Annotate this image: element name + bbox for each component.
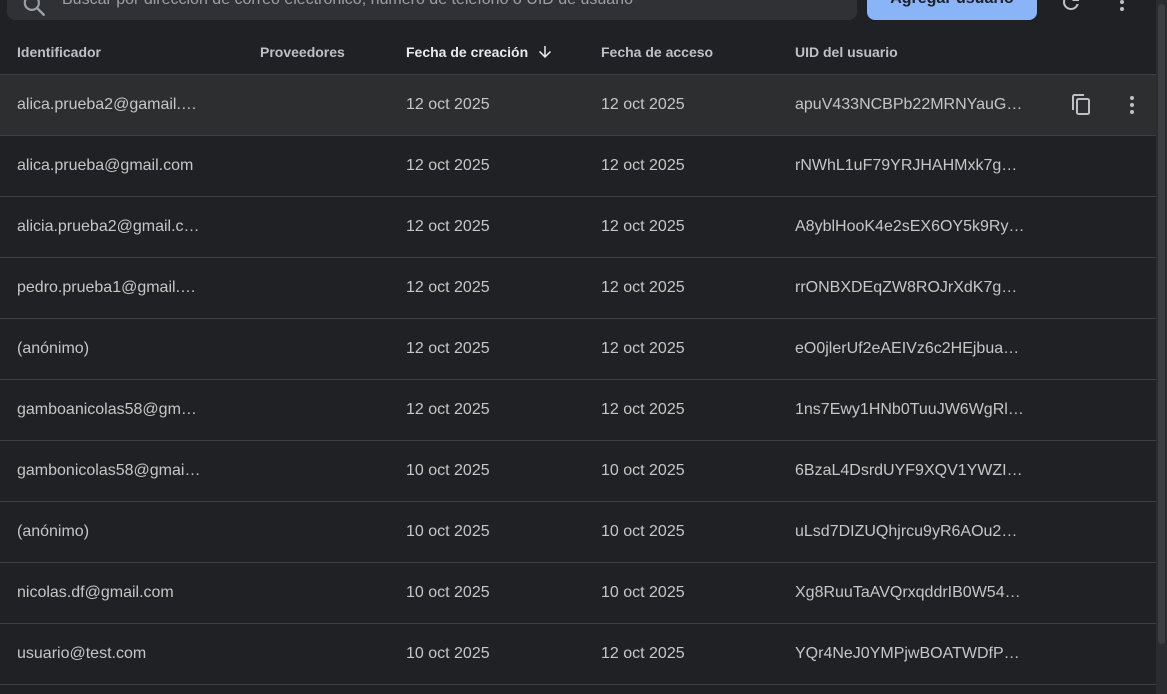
cell-uid: 1ns7Ewy1HNb0TuuJW6WgRlpQ2x93 bbox=[795, 401, 1027, 418]
cell-accessed: 10 oct 2025 bbox=[601, 523, 685, 540]
cell-created: 12 oct 2025 bbox=[406, 401, 490, 418]
column-header-created[interactable]: Fecha de creación bbox=[406, 30, 554, 74]
table-row[interactable]: alicia.prueba2@gmail.com 12 oct 2025 12 oc… bbox=[0, 197, 1156, 258]
cell-accessed: 12 oct 2025 bbox=[601, 340, 685, 357]
column-header-providers: Proveedores bbox=[260, 44, 345, 60]
search-input[interactable] bbox=[62, 0, 842, 12]
more-vert-icon[interactable] bbox=[1120, 93, 1144, 117]
cell-accessed: 12 oct 2025 bbox=[601, 401, 685, 418]
table-row[interactable]: pedro.prueba1@gmail.com 12 oct 2025 12 oct… bbox=[0, 258, 1156, 319]
cell-uid: rNWhL1uF79YRJHAHMxk7gWq1aB32 bbox=[795, 157, 1027, 174]
cell-accessed: 12 oct 2025 bbox=[601, 96, 685, 113]
cell-accessed: 10 oct 2025 bbox=[601, 584, 685, 601]
search-icon bbox=[23, 0, 45, 16]
scrollbar-thumb[interactable] bbox=[1158, 4, 1165, 644]
cell-identifier: pedro.prueba1@gmail.com bbox=[17, 279, 203, 296]
column-header-accessed[interactable]: Fecha de acceso bbox=[601, 30, 713, 74]
table-row[interactable]: nicolas.df@gmail.com 10 oct 2025 10 oct 20… bbox=[0, 563, 1156, 624]
add-user-button[interactable]: Agregar usuario bbox=[867, 0, 1037, 20]
toolbar: Agregar usuario bbox=[0, 0, 1155, 30]
cell-created: 12 oct 2025 bbox=[406, 218, 490, 235]
cell-identifier: (anónimo) bbox=[17, 340, 90, 357]
cell-uid: YQr4NeJ0YMPjwBOATWDfP7hK3s63 bbox=[795, 645, 1027, 662]
copy-icon[interactable] bbox=[1069, 93, 1093, 117]
column-header-uid: UID del usuario bbox=[795, 44, 898, 60]
table-row[interactable]: (anónimo) 12 oct 2025 12 oct 2025 eO0jlerUf… bbox=[0, 319, 1156, 380]
refresh-icon[interactable] bbox=[1059, 0, 1083, 14]
cell-created: 12 oct 2025 bbox=[406, 340, 490, 357]
users-table: Identificador Proveedores Fecha de creac… bbox=[0, 30, 1156, 685]
cell-uid: eO0jlerUf2eAEIVz6c2HEjbuaEt1 bbox=[795, 340, 1027, 357]
cell-created: 12 oct 2025 bbox=[406, 279, 490, 296]
arrow-downward-icon[interactable] bbox=[536, 43, 554, 61]
cell-accessed: 12 oct 2025 bbox=[601, 218, 685, 235]
search-box[interactable] bbox=[7, 0, 857, 20]
table-header: Identificador Proveedores Fecha de creac… bbox=[0, 30, 1156, 75]
more-vert-icon[interactable] bbox=[1110, 0, 1134, 14]
table-row[interactable]: gambonicolas58@gmail.com 10 oct 2025 10 oc… bbox=[0, 441, 1156, 502]
cell-identifier: alicia.prueba2@gmail.com bbox=[17, 218, 203, 235]
cell-created: 10 oct 2025 bbox=[406, 523, 490, 540]
cell-uid: A8yblHooK4e2sEX6OY5k9RygTn52 bbox=[795, 218, 1027, 235]
cell-identifier: (anónimo) bbox=[17, 523, 90, 540]
column-header-created-label: Fecha de creación bbox=[406, 44, 529, 60]
table-body: alica.prueba2@gamail.com 12 oct 2025 12 oc… bbox=[0, 75, 1156, 685]
cell-uid: uLsd7DIZUQhjrcu9yR6AOu2Vw4k1 bbox=[795, 523, 1027, 540]
cell-created: 12 oct 2025 bbox=[406, 96, 490, 113]
scrollbar[interactable] bbox=[1156, 0, 1167, 694]
cell-created: 10 oct 2025 bbox=[406, 645, 490, 662]
cell-created: 10 oct 2025 bbox=[406, 462, 490, 479]
cell-uid: rrONBXDEqZW8ROJrXdK7gALv9m83 bbox=[795, 279, 1027, 296]
table-row[interactable]: alica.prueba2@gamail.com 12 oct 2025 12 oc… bbox=[0, 75, 1156, 136]
cell-identifier: gambonicolas58@gmail.com bbox=[17, 462, 203, 479]
table-row[interactable]: gamboanicolas58@gmail.com 12 oct 2025 12 o… bbox=[0, 380, 1156, 441]
table-row[interactable]: usuario@test.com 10 oct 2025 12 oct 2025 YQ… bbox=[0, 624, 1156, 685]
cell-uid: 6BzaL4DsrdUYF9XQV1YWZIQh8c12 bbox=[795, 462, 1027, 479]
cell-identifier: alica.prueba@gmail.com bbox=[17, 157, 194, 174]
cell-accessed: 12 oct 2025 bbox=[601, 157, 685, 174]
table-row[interactable]: alica.prueba@gmail.com 12 oct 2025 12 oct … bbox=[0, 136, 1156, 197]
table-row[interactable]: (anónimo) 10 oct 2025 10 oct 2025 uLsd7DIZU… bbox=[0, 502, 1156, 563]
cell-identifier: usuario@test.com bbox=[17, 645, 147, 662]
cell-created: 12 oct 2025 bbox=[406, 157, 490, 174]
cell-accessed: 10 oct 2025 bbox=[601, 462, 685, 479]
column-header-identifier[interactable]: Identificador bbox=[17, 30, 101, 74]
cell-accessed: 12 oct 2025 bbox=[601, 645, 685, 662]
cell-accessed: 12 oct 2025 bbox=[601, 279, 685, 296]
cell-identifier: gamboanicolas58@gmail.com bbox=[17, 401, 203, 418]
cell-identifier: nicolas.df@gmail.com bbox=[17, 584, 174, 601]
cell-identifier: alica.prueba2@gamail.com bbox=[17, 96, 203, 113]
cell-created: 10 oct 2025 bbox=[406, 584, 490, 601]
cell-uid: Xg8RuuTaAVQrxqddrIB0W54QpZ22 bbox=[795, 584, 1027, 601]
users-page: Agregar usuario Identificador Proveedore… bbox=[0, 0, 1167, 694]
cell-uid: apuV433NCBPb22MRNYauGU3w1Yq2 bbox=[795, 96, 1027, 113]
